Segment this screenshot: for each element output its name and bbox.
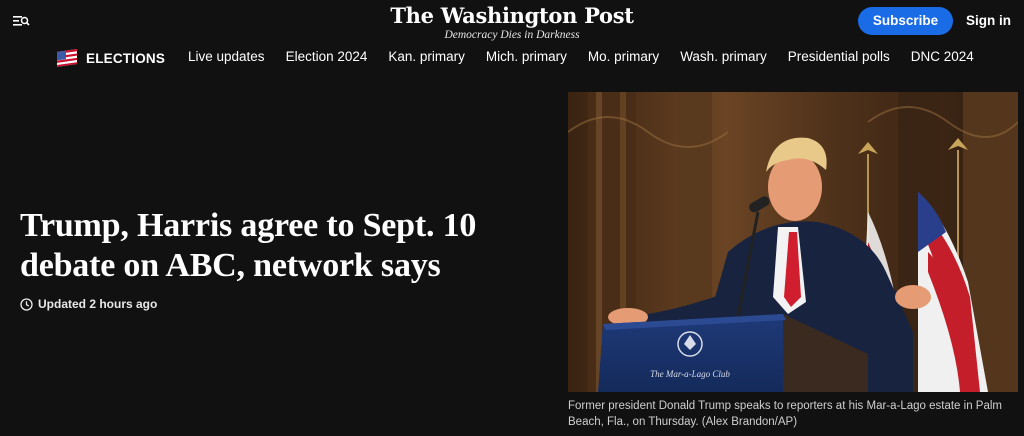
nav-link-mo-primary[interactable]: Mo. primary bbox=[588, 49, 659, 64]
podium-text: The Mar-a-Lago Club bbox=[650, 369, 730, 379]
nav-link-election-2024[interactable]: Election 2024 bbox=[286, 49, 368, 64]
nav-link-wash-primary[interactable]: Wash. primary bbox=[680, 49, 767, 64]
nav-link-presidential-polls[interactable]: Presidential polls bbox=[788, 49, 890, 64]
nav-link-kan-primary[interactable]: Kan. primary bbox=[388, 49, 465, 64]
headline-line-2[interactable]: debate on ABC, network says bbox=[20, 247, 441, 284]
sign-in-button[interactable]: Sign in bbox=[966, 7, 1024, 35]
nav-section-label: ELECTIONS bbox=[86, 50, 166, 66]
nav-link-live-updates[interactable]: Live updates bbox=[188, 49, 265, 64]
article-timestamp: Updated 2 hours ago bbox=[20, 297, 157, 311]
section-nav: ELECTIONS Live updates Election 2024 Kan… bbox=[0, 44, 1024, 74]
clock-icon bbox=[20, 297, 33, 311]
nav-section-elections[interactable]: ELECTIONS bbox=[56, 47, 165, 69]
timestamp-text: Updated 2 hours ago bbox=[38, 297, 158, 311]
subscribe-button[interactable]: Subscribe bbox=[858, 7, 953, 35]
headline-line-1[interactable]: Trump, Harris agree to Sept. 10 bbox=[20, 207, 476, 244]
article-headline[interactable]: Trump, Harris agree to Sept. 10 debate o… bbox=[20, 206, 540, 286]
top-bar: The Washington Post Democracy Dies in Da… bbox=[0, 0, 1024, 44]
flag-icon bbox=[57, 49, 77, 67]
nav-link-mich-primary[interactable]: Mich. primary bbox=[486, 49, 567, 64]
nav-links: Live updates Election 2024 Kan. primary … bbox=[188, 49, 974, 64]
photo-caption: Former president Donald Trump speaks to … bbox=[568, 400, 1002, 428]
article-photo[interactable]: The Mar-a-Lago Club bbox=[568, 92, 1018, 392]
nav-link-dnc-2024[interactable]: DNC 2024 bbox=[911, 49, 974, 64]
